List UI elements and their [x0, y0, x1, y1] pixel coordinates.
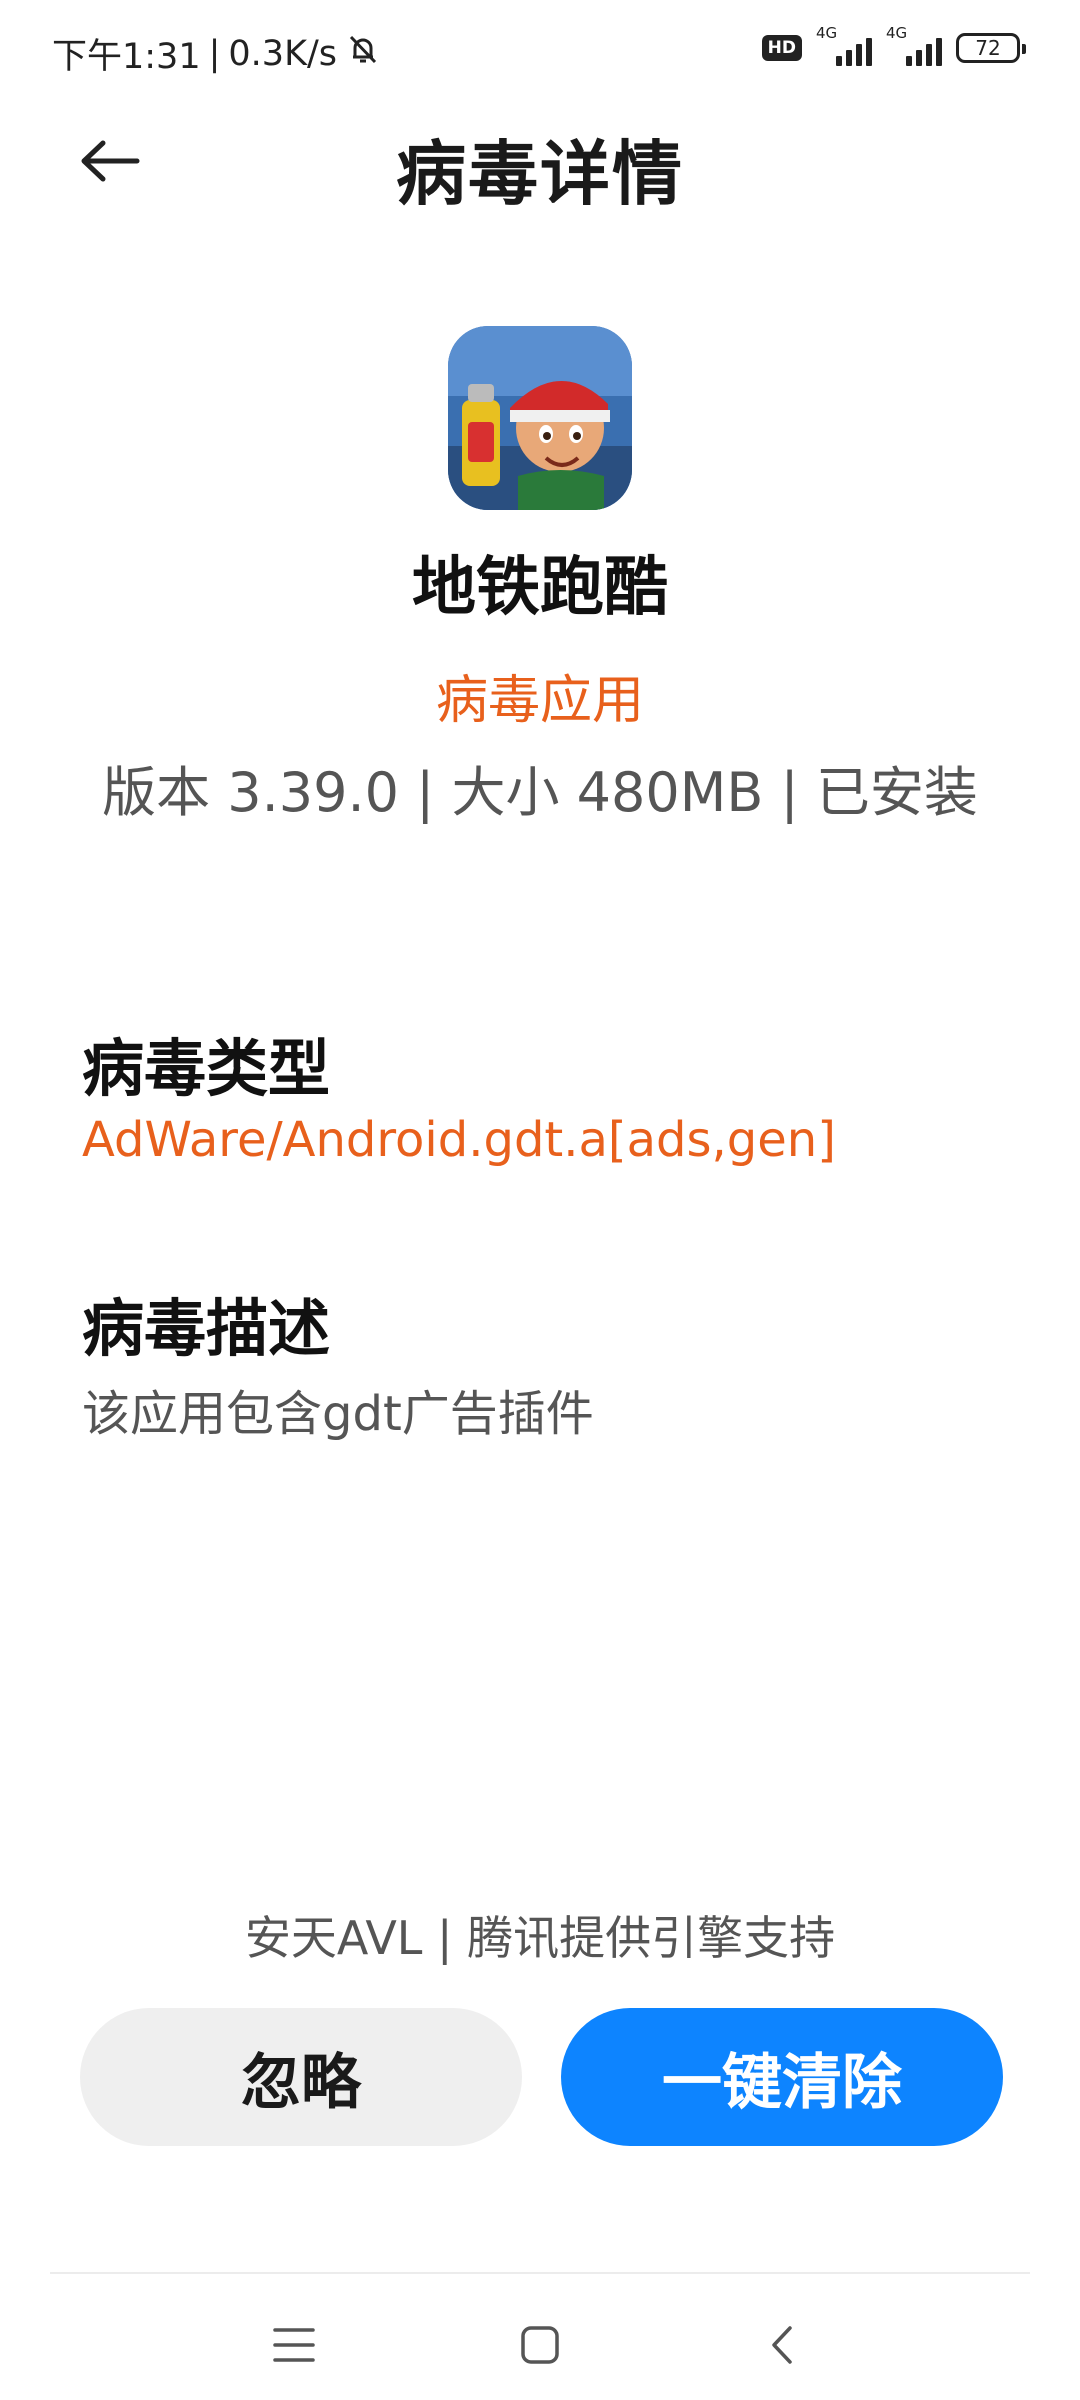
- signal-1-icon: 4G: [816, 24, 872, 66]
- hd-badge: HD: [761, 35, 802, 61]
- status-left: 下午1:31 | 0.3K/s: [52, 28, 381, 79]
- engine-credit: 安天AVL | 腾讯提供引擎支持: [244, 1911, 836, 1965]
- ignore-button[interactable]: 忽略: [80, 2008, 522, 2146]
- status-net-speed: 0.3K/s: [228, 33, 338, 74]
- menu-icon: [273, 2328, 315, 2362]
- home-icon: [521, 2326, 559, 2364]
- page-title: 病毒详情: [396, 133, 684, 215]
- app-icon: [448, 326, 632, 510]
- battery-level: 72: [975, 36, 1001, 60]
- nav-back-button[interactable]: [742, 2310, 822, 2380]
- nav-home-button[interactable]: [500, 2310, 580, 2380]
- status-bar: 下午1:31 | 0.3K/s HD 4G 4G 72: [0, 0, 1080, 100]
- signal-2-icon: 4G: [886, 24, 942, 66]
- nav-menu-button[interactable]: [254, 2310, 334, 2380]
- bell-off-icon: [345, 31, 381, 76]
- status-right: HD 4G 4G 72: [761, 24, 1026, 66]
- clean-button[interactable]: 一键清除: [561, 2008, 1003, 2146]
- status-separator: |: [208, 33, 221, 74]
- app-name: 地铁跑酷: [412, 551, 668, 625]
- signal-2-type: 4G: [886, 24, 908, 42]
- signal-1-type: 4G: [816, 24, 838, 42]
- virus-type-value: AdWare/Android.gdt.a[ads,gen]: [82, 1112, 836, 1168]
- threat-label: 病毒应用: [435, 671, 644, 731]
- battery-icon: 72: [956, 33, 1026, 63]
- virus-desc-value: 该应用包含gdt广告插件: [82, 1386, 594, 1442]
- chevron-left-icon: [772, 2326, 792, 2364]
- virus-type-heading: 病毒类型: [82, 1032, 331, 1105]
- nav-divider: [50, 2272, 1030, 2274]
- status-time: 下午1:31: [52, 37, 201, 77]
- virus-desc-heading: 病毒描述: [82, 1292, 331, 1365]
- virus-detail-screen: 下午1:31 | 0.3K/s HD 4G 4G 72 病毒详情 地铁跑酷 病毒…: [0, 0, 1080, 2400]
- app-meta: 版本 3.39.0 | 大小 480MB | 已安装: [102, 761, 978, 824]
